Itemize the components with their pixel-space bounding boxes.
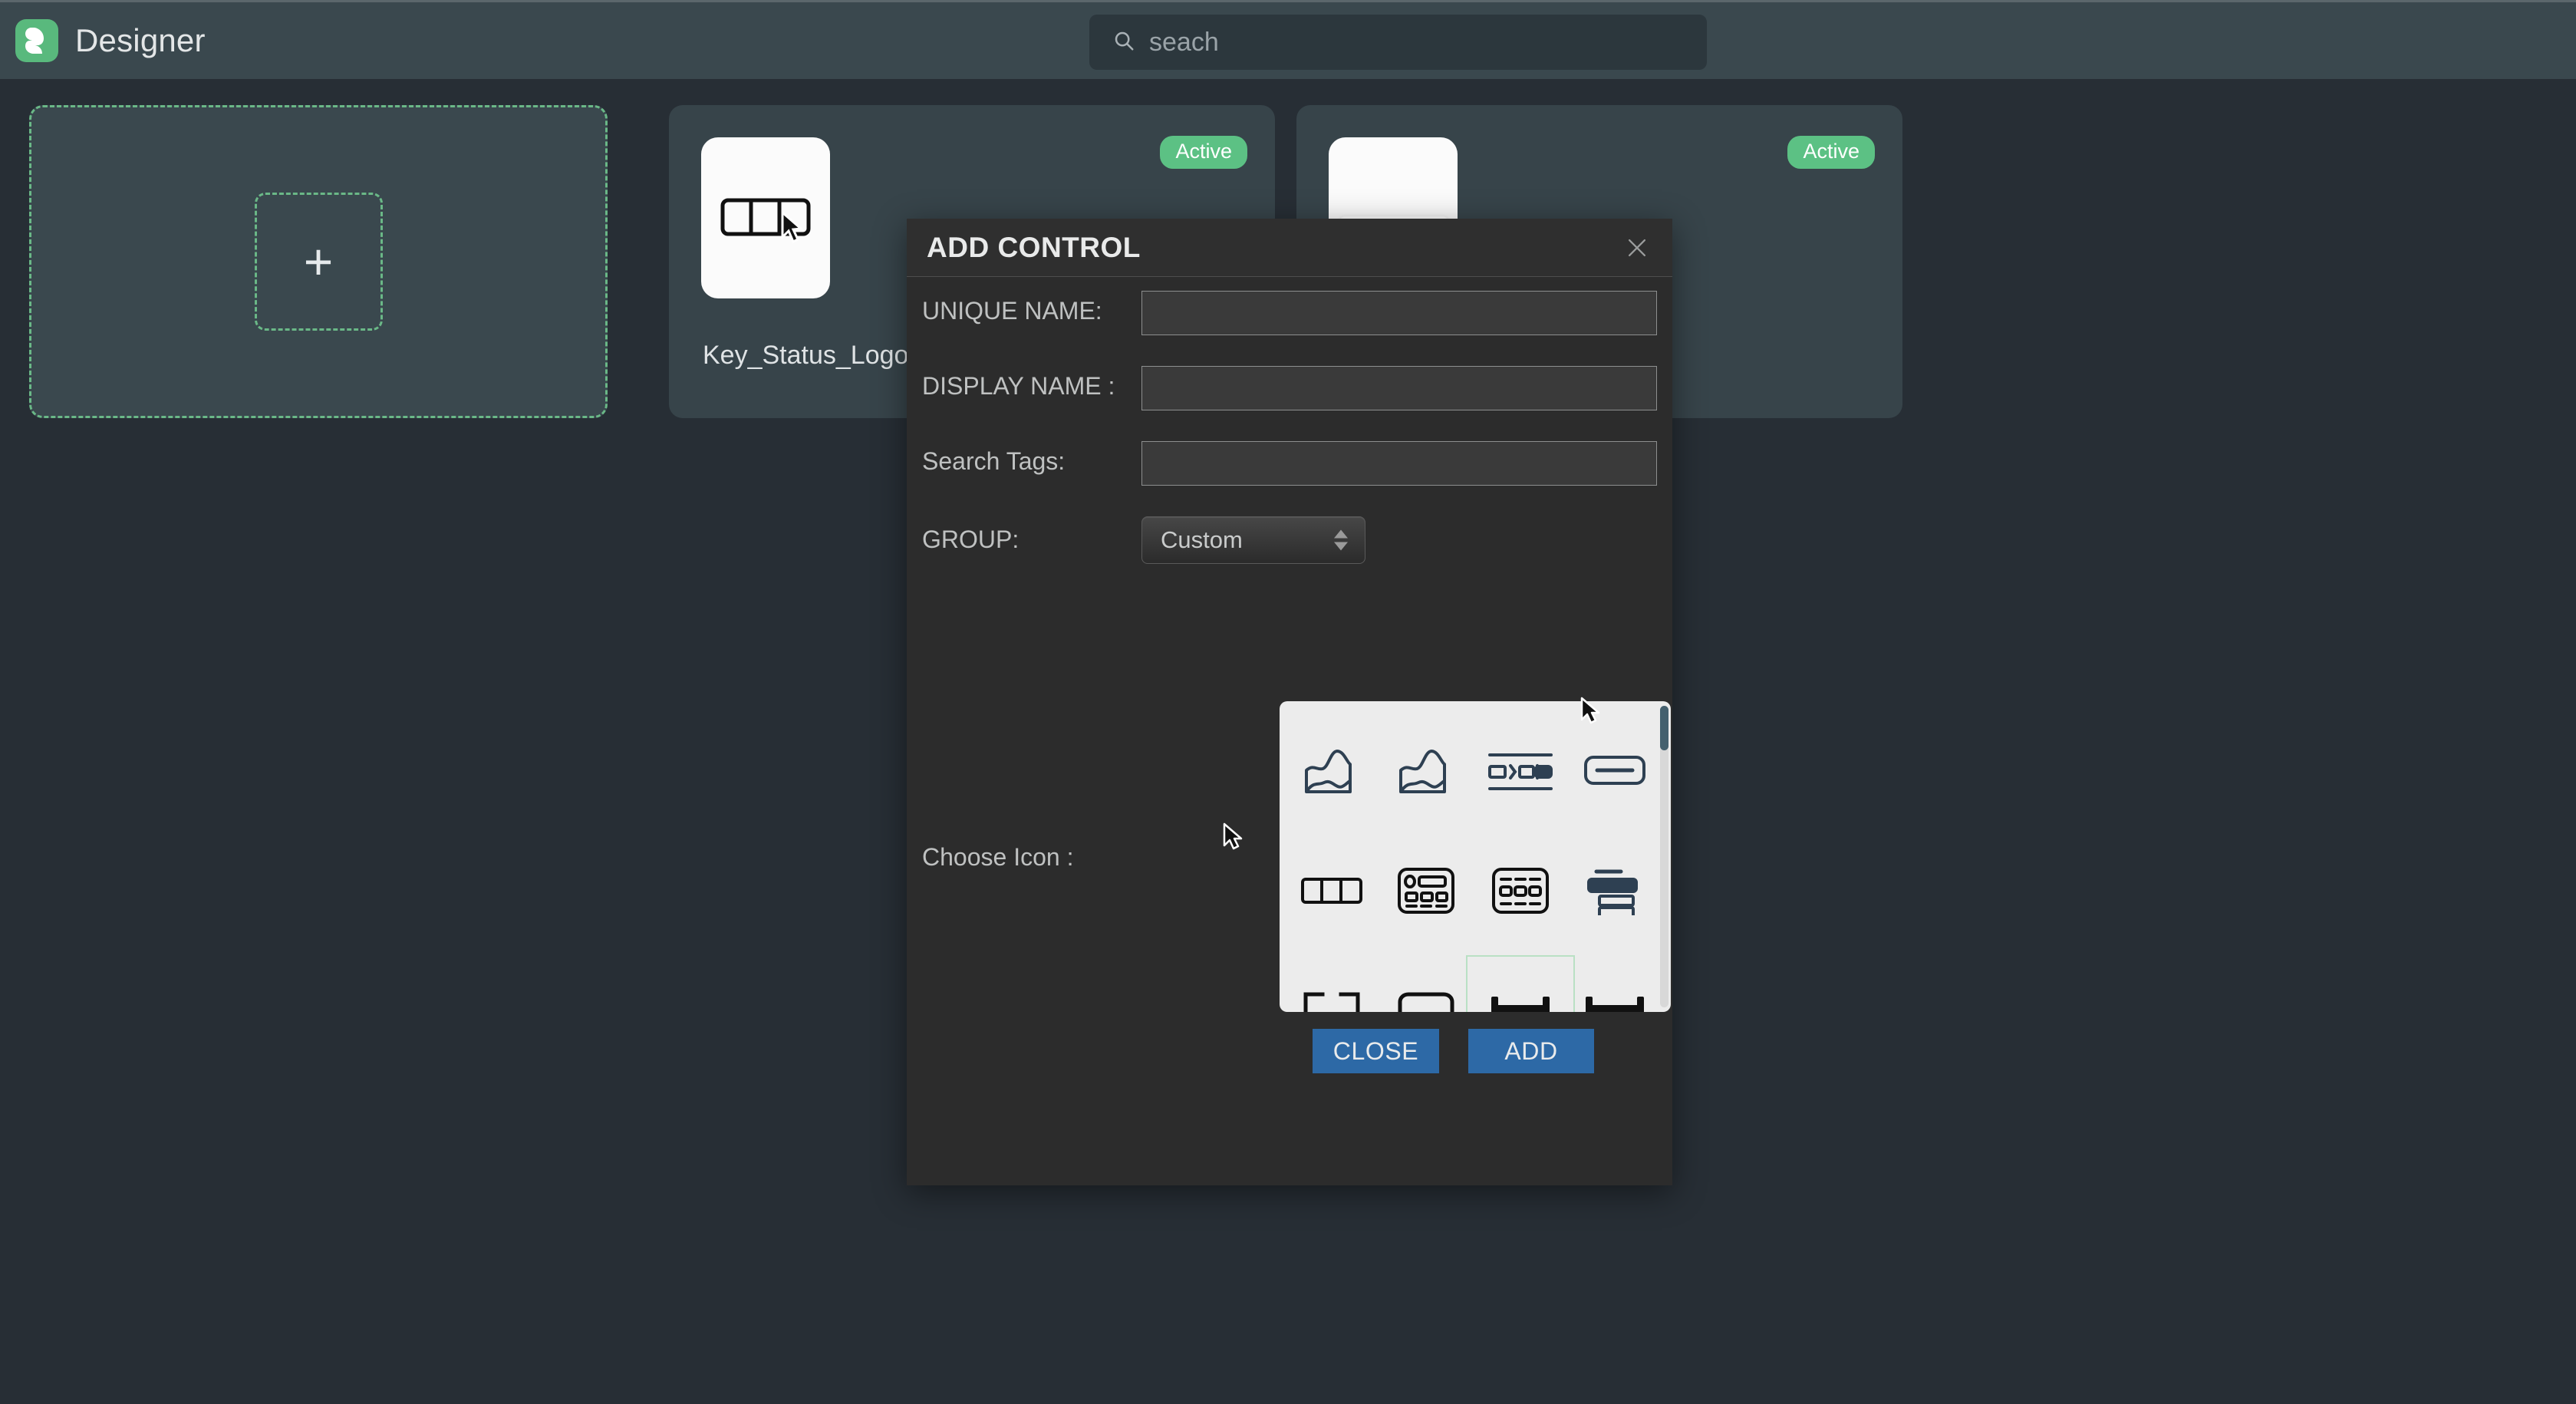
panel-toggle-icon[interactable] (1389, 854, 1463, 928)
search-bar[interactable] (1089, 15, 1707, 70)
group-select-value: Custom (1161, 526, 1243, 553)
brand: Designer (15, 19, 206, 62)
choose-icon-label: Choose Icon : (922, 843, 1074, 871)
dialog-header: ADD CONTROL (907, 219, 1672, 277)
rounded-bar-icon[interactable] (1578, 735, 1652, 809)
status-badge: Active (1160, 136, 1247, 169)
display-name-label: DISPLAY NAME : (922, 372, 1115, 400)
segmented-bar-icon (720, 198, 811, 244)
group-label: GROUP: (922, 526, 1020, 553)
flow-sequence-icon[interactable] (1484, 735, 1557, 809)
app-title: Designer (75, 22, 206, 58)
icon-picker-grid (1280, 701, 1662, 1012)
plus-icon: + (303, 233, 334, 290)
panel-grid-icon[interactable] (1484, 854, 1557, 928)
search-tags-input[interactable] (1141, 441, 1657, 486)
group-select[interactable]: Custom (1141, 516, 1365, 564)
add-button[interactable]: ADD (1468, 1029, 1594, 1073)
top-bar: Designer (0, 0, 2576, 79)
icon-panel-scrollbar[interactable] (1660, 706, 1668, 1007)
close-icon[interactable] (1622, 232, 1652, 263)
add-control-dialog: ADD CONTROL UNIQUE NAME: DISPLAY NAME : … (907, 219, 1672, 1185)
dialog-title: ADD CONTROL (927, 231, 1141, 263)
align-bars-icon[interactable] (1578, 854, 1652, 928)
display-name-input[interactable] (1141, 366, 1657, 410)
dialog-footer: CLOSE ADD (907, 998, 1672, 1121)
area-chart-icon[interactable] (1295, 735, 1369, 809)
search-input[interactable] (1149, 27, 1707, 58)
dialog-body: UNIQUE NAME: DISPLAY NAME : Search Tags:… (907, 277, 1672, 1121)
search-icon (1112, 29, 1135, 56)
segmented-bar-icon[interactable] (1295, 854, 1369, 928)
control-card-label: Key_Status_Logo (703, 341, 909, 370)
status-badge: Active (1787, 136, 1875, 169)
icon-picker-panel[interactable] (1280, 701, 1671, 1012)
app-logo-icon (15, 19, 58, 62)
unique-name-label: UNIQUE NAME: (922, 297, 1102, 325)
unique-name-input[interactable] (1141, 291, 1657, 335)
chevron-updown-icon (1334, 529, 1348, 551)
add-new-card[interactable]: + (29, 105, 608, 418)
close-button[interactable]: CLOSE (1313, 1029, 1439, 1073)
control-thumbnail (701, 137, 830, 298)
scrollbar-thumb[interactable] (1660, 706, 1668, 750)
search-tags-label: Search Tags: (922, 447, 1066, 475)
area-chart-filled-icon[interactable] (1389, 735, 1463, 809)
add-new-dropzone[interactable]: + (254, 193, 383, 331)
